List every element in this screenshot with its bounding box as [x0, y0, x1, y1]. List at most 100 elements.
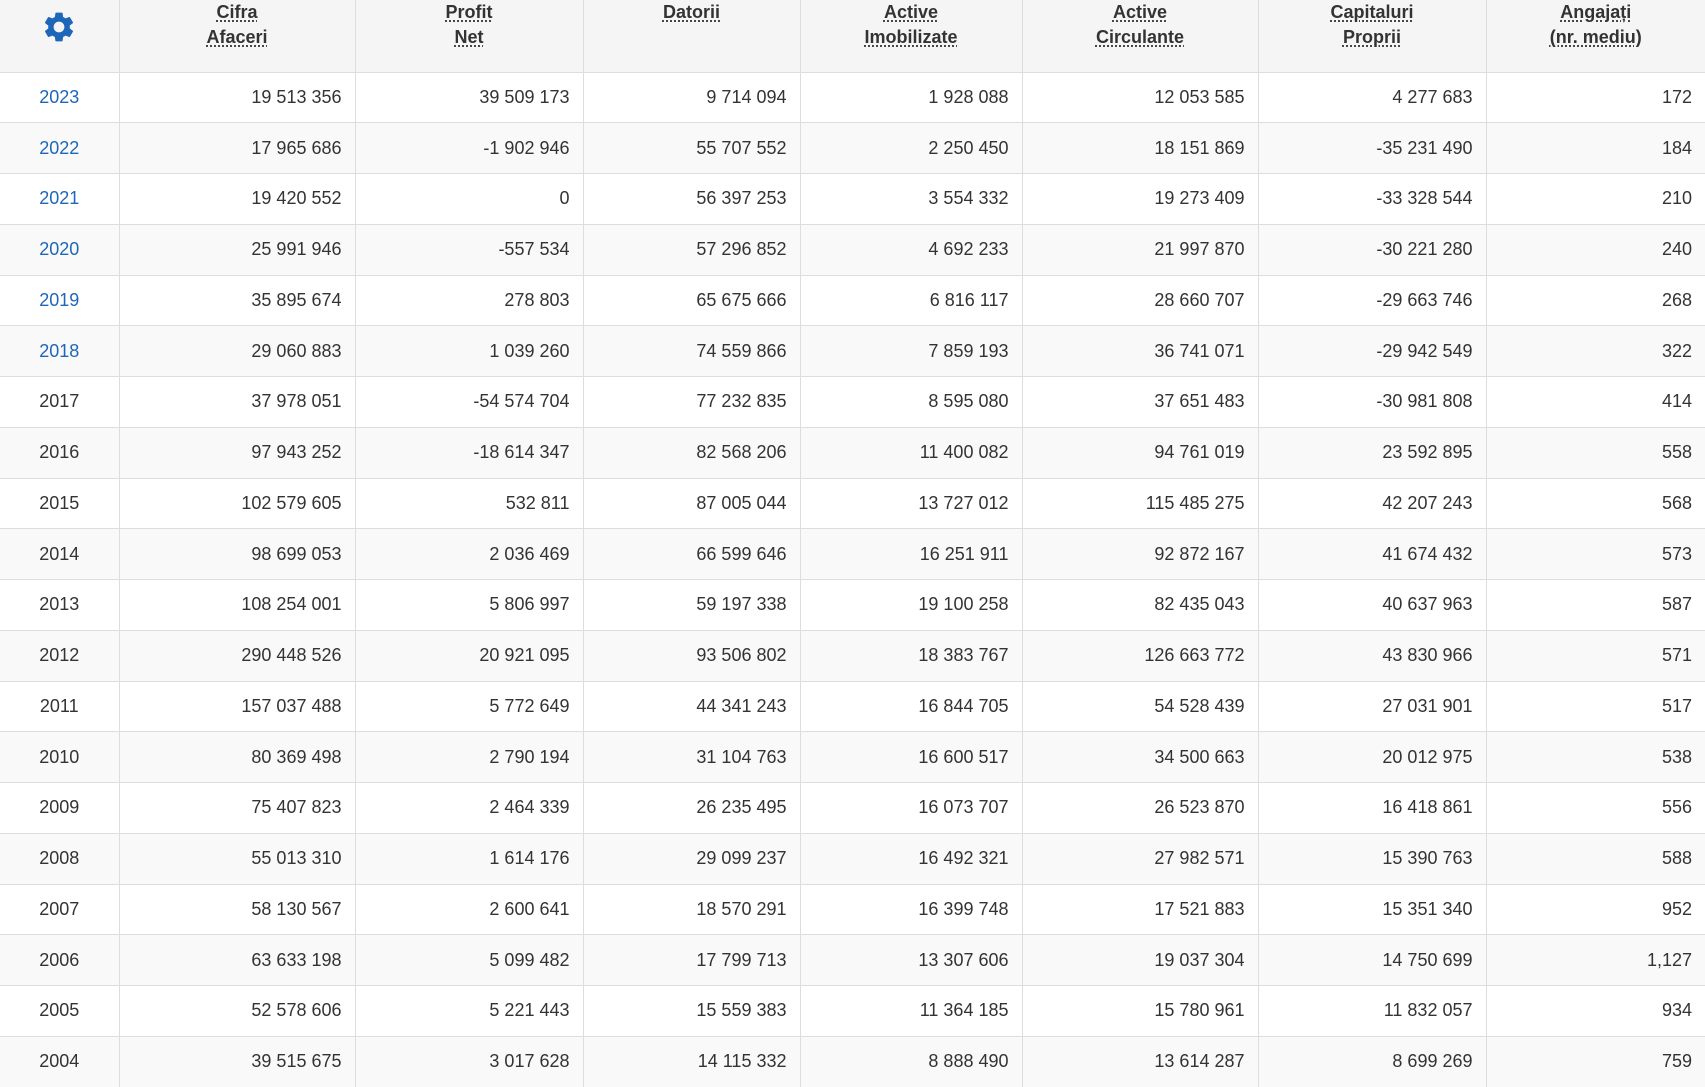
- capitaluri-proprii-cell: -30 221 280: [1258, 224, 1487, 275]
- capitaluri-proprii-cell: 23 592 895: [1258, 427, 1487, 478]
- year-cell[interactable]: 2020: [0, 224, 120, 275]
- active-circulante-cell: 28 660 707: [1022, 275, 1259, 326]
- year-link[interactable]: 2023: [39, 87, 79, 107]
- datorii-cell: 29 099 237: [583, 833, 801, 884]
- active-imobilizate-cell: 16 600 517: [800, 731, 1023, 783]
- active-circulante-cell: 19 037 304: [1022, 934, 1259, 986]
- datorii-cell: 18 570 291: [583, 884, 801, 935]
- year-label: 2009: [39, 797, 80, 818]
- year-cell[interactable]: 2019: [0, 275, 120, 326]
- profit-net-cell: -1 902 946: [355, 122, 584, 174]
- year-label: 2012: [39, 645, 80, 666]
- cifra-afaceri-cell: 75 407 823: [119, 782, 356, 834]
- header-line2: (nr. mediu): [1549, 27, 1642, 47]
- capitaluri-proprii-cell: 40 637 963: [1258, 579, 1487, 631]
- year-cell[interactable]: 2018: [0, 325, 120, 377]
- settings-cell[interactable]: [0, 0, 120, 73]
- gear-icon[interactable]: [41, 9, 77, 45]
- year-label: 2017: [39, 391, 80, 412]
- year-link[interactable]: 2018: [39, 341, 79, 361]
- capitaluri-proprii-cell: 27 031 901: [1258, 681, 1487, 732]
- header-line2: Afaceri: [206, 27, 268, 47]
- year-cell: 2017: [0, 376, 120, 428]
- table-row: 2009 75 407 823 2 464 339 26 235 495 16 073 …: [0, 782, 1705, 834]
- capitaluri-proprii-cell: 41 674 432: [1258, 528, 1487, 580]
- column-header-profit-net[interactable]: Profit Net: [355, 0, 584, 73]
- year-link[interactable]: 2022: [39, 138, 79, 158]
- table-row: 2018 29 060 883 1 039 260 74 559 866 7 859 1…: [0, 325, 1705, 377]
- profit-net-cell: 39 509 173: [355, 72, 584, 123]
- cifra-afaceri-cell: 80 369 498: [119, 731, 356, 783]
- capitaluri-proprii-cell: -33 328 544: [1258, 173, 1487, 225]
- datorii-cell: 31 104 763: [583, 731, 801, 783]
- year-link[interactable]: 2019: [39, 290, 79, 310]
- profit-net-cell: 5 806 997: [355, 579, 584, 631]
- cifra-afaceri-cell: 17 965 686: [119, 122, 356, 174]
- column-header-capitaluri-proprii[interactable]: Capitaluri Proprii: [1258, 0, 1487, 73]
- active-imobilizate-cell: 8 888 490: [800, 1036, 1023, 1087]
- year-cell: 2012: [0, 630, 120, 681]
- angajati-cell: 759: [1661, 1051, 1692, 1072]
- cifra-afaceri-cell: 29 060 883: [119, 325, 356, 377]
- header-line2: Circulante: [1095, 27, 1185, 47]
- column-header-angajati[interactable]: Angajați (nr. mediu): [1486, 0, 1705, 73]
- year-label: 2014: [39, 543, 80, 564]
- header-line1: Active: [1112, 2, 1168, 22]
- datorii-cell: 56 397 253: [583, 173, 801, 225]
- cifra-afaceri-cell: 108 254 001: [119, 579, 356, 631]
- profit-net-cell: 278 803: [355, 275, 584, 326]
- active-imobilizate-cell: 16 492 321: [800, 833, 1023, 884]
- datorii-cell: 77 232 835: [583, 376, 801, 428]
- table-row: 2010 80 369 498 2 790 194 31 104 763 16 600 …: [0, 731, 1705, 783]
- active-imobilizate-cell: 2 250 450: [800, 122, 1023, 174]
- cifra-afaceri-cell: 157 037 488: [119, 681, 356, 732]
- column-header-active-imobilizate[interactable]: Active Imobilizate: [800, 0, 1023, 73]
- active-imobilizate-cell: 18 383 767: [800, 630, 1023, 681]
- capitaluri-proprii-cell: -35 231 490: [1258, 122, 1487, 174]
- active-circulante-cell: 37 651 483: [1022, 376, 1259, 428]
- angajati-cell: 556: [1661, 797, 1692, 818]
- table-row: 2020 25 991 946 -557 534 57 296 852 4 692 23…: [0, 224, 1705, 275]
- year-cell[interactable]: 2021: [0, 173, 120, 225]
- angajati-cell: 568: [1661, 492, 1692, 513]
- cifra-afaceri-cell: 58 130 567: [119, 884, 356, 935]
- active-circulante-cell: 27 982 571: [1022, 833, 1259, 884]
- profit-net-cell: 2 600 641: [355, 884, 584, 935]
- datorii-cell: 87 005 044: [583, 478, 801, 529]
- capitaluri-proprii-cell: 8 699 269: [1258, 1036, 1487, 1087]
- column-header-cifra-afaceri[interactable]: Cifra Afaceri: [119, 0, 356, 73]
- year-cell[interactable]: 2023: [0, 72, 120, 123]
- table-row: 2017 37 978 051 -54 574 704 77 232 835 8 595…: [0, 376, 1705, 428]
- datorii-cell: 93 506 802: [583, 630, 801, 681]
- capitaluri-proprii-cell: 20 012 975: [1258, 731, 1487, 783]
- angajati-cell: 538: [1661, 746, 1692, 767]
- capitaluri-proprii-cell: 14 750 699: [1258, 934, 1487, 986]
- active-circulante-cell: 15 780 961: [1022, 985, 1259, 1037]
- capitaluri-proprii-cell: -29 663 746: [1258, 275, 1487, 326]
- year-cell[interactable]: 2022: [0, 122, 120, 174]
- year-link[interactable]: 2021: [39, 188, 79, 208]
- cifra-afaceri-cell: 25 991 946: [119, 224, 356, 275]
- year-label: 2007: [39, 898, 80, 919]
- year-link[interactable]: 2020: [39, 239, 79, 259]
- active-circulante-cell: 82 435 043: [1022, 579, 1259, 631]
- profit-net-cell: 2 790 194: [355, 731, 584, 783]
- column-header-datorii[interactable]: Datorii: [583, 0, 801, 73]
- active-imobilizate-cell: 1 928 088: [800, 72, 1023, 123]
- year-label: 2013: [39, 594, 80, 615]
- active-circulante-cell: 17 521 883: [1022, 884, 1259, 935]
- table-row: 2004 39 515 675 3 017 628 14 115 332 8 888 4…: [0, 1036, 1705, 1087]
- year-label: 2006: [39, 949, 80, 970]
- profit-net-cell: -18 614 347: [355, 427, 584, 478]
- header-line2: Proprii: [1342, 27, 1401, 47]
- header-line2: Net: [454, 27, 484, 47]
- year-cell: 2011: [0, 681, 120, 732]
- column-header-active-circulante[interactable]: Active Circulante: [1022, 0, 1259, 73]
- header-line1: Active: [883, 2, 939, 22]
- table-row: 2019 35 895 674 278 803 65 675 666 6 816 117…: [0, 275, 1705, 326]
- datorii-cell: 15 559 383: [583, 985, 801, 1037]
- active-imobilizate-cell: 16 399 748: [800, 884, 1023, 935]
- datorii-cell: 57 296 852: [583, 224, 801, 275]
- year-label: 2011: [39, 695, 79, 716]
- profit-net-cell: -54 574 704: [355, 376, 584, 428]
